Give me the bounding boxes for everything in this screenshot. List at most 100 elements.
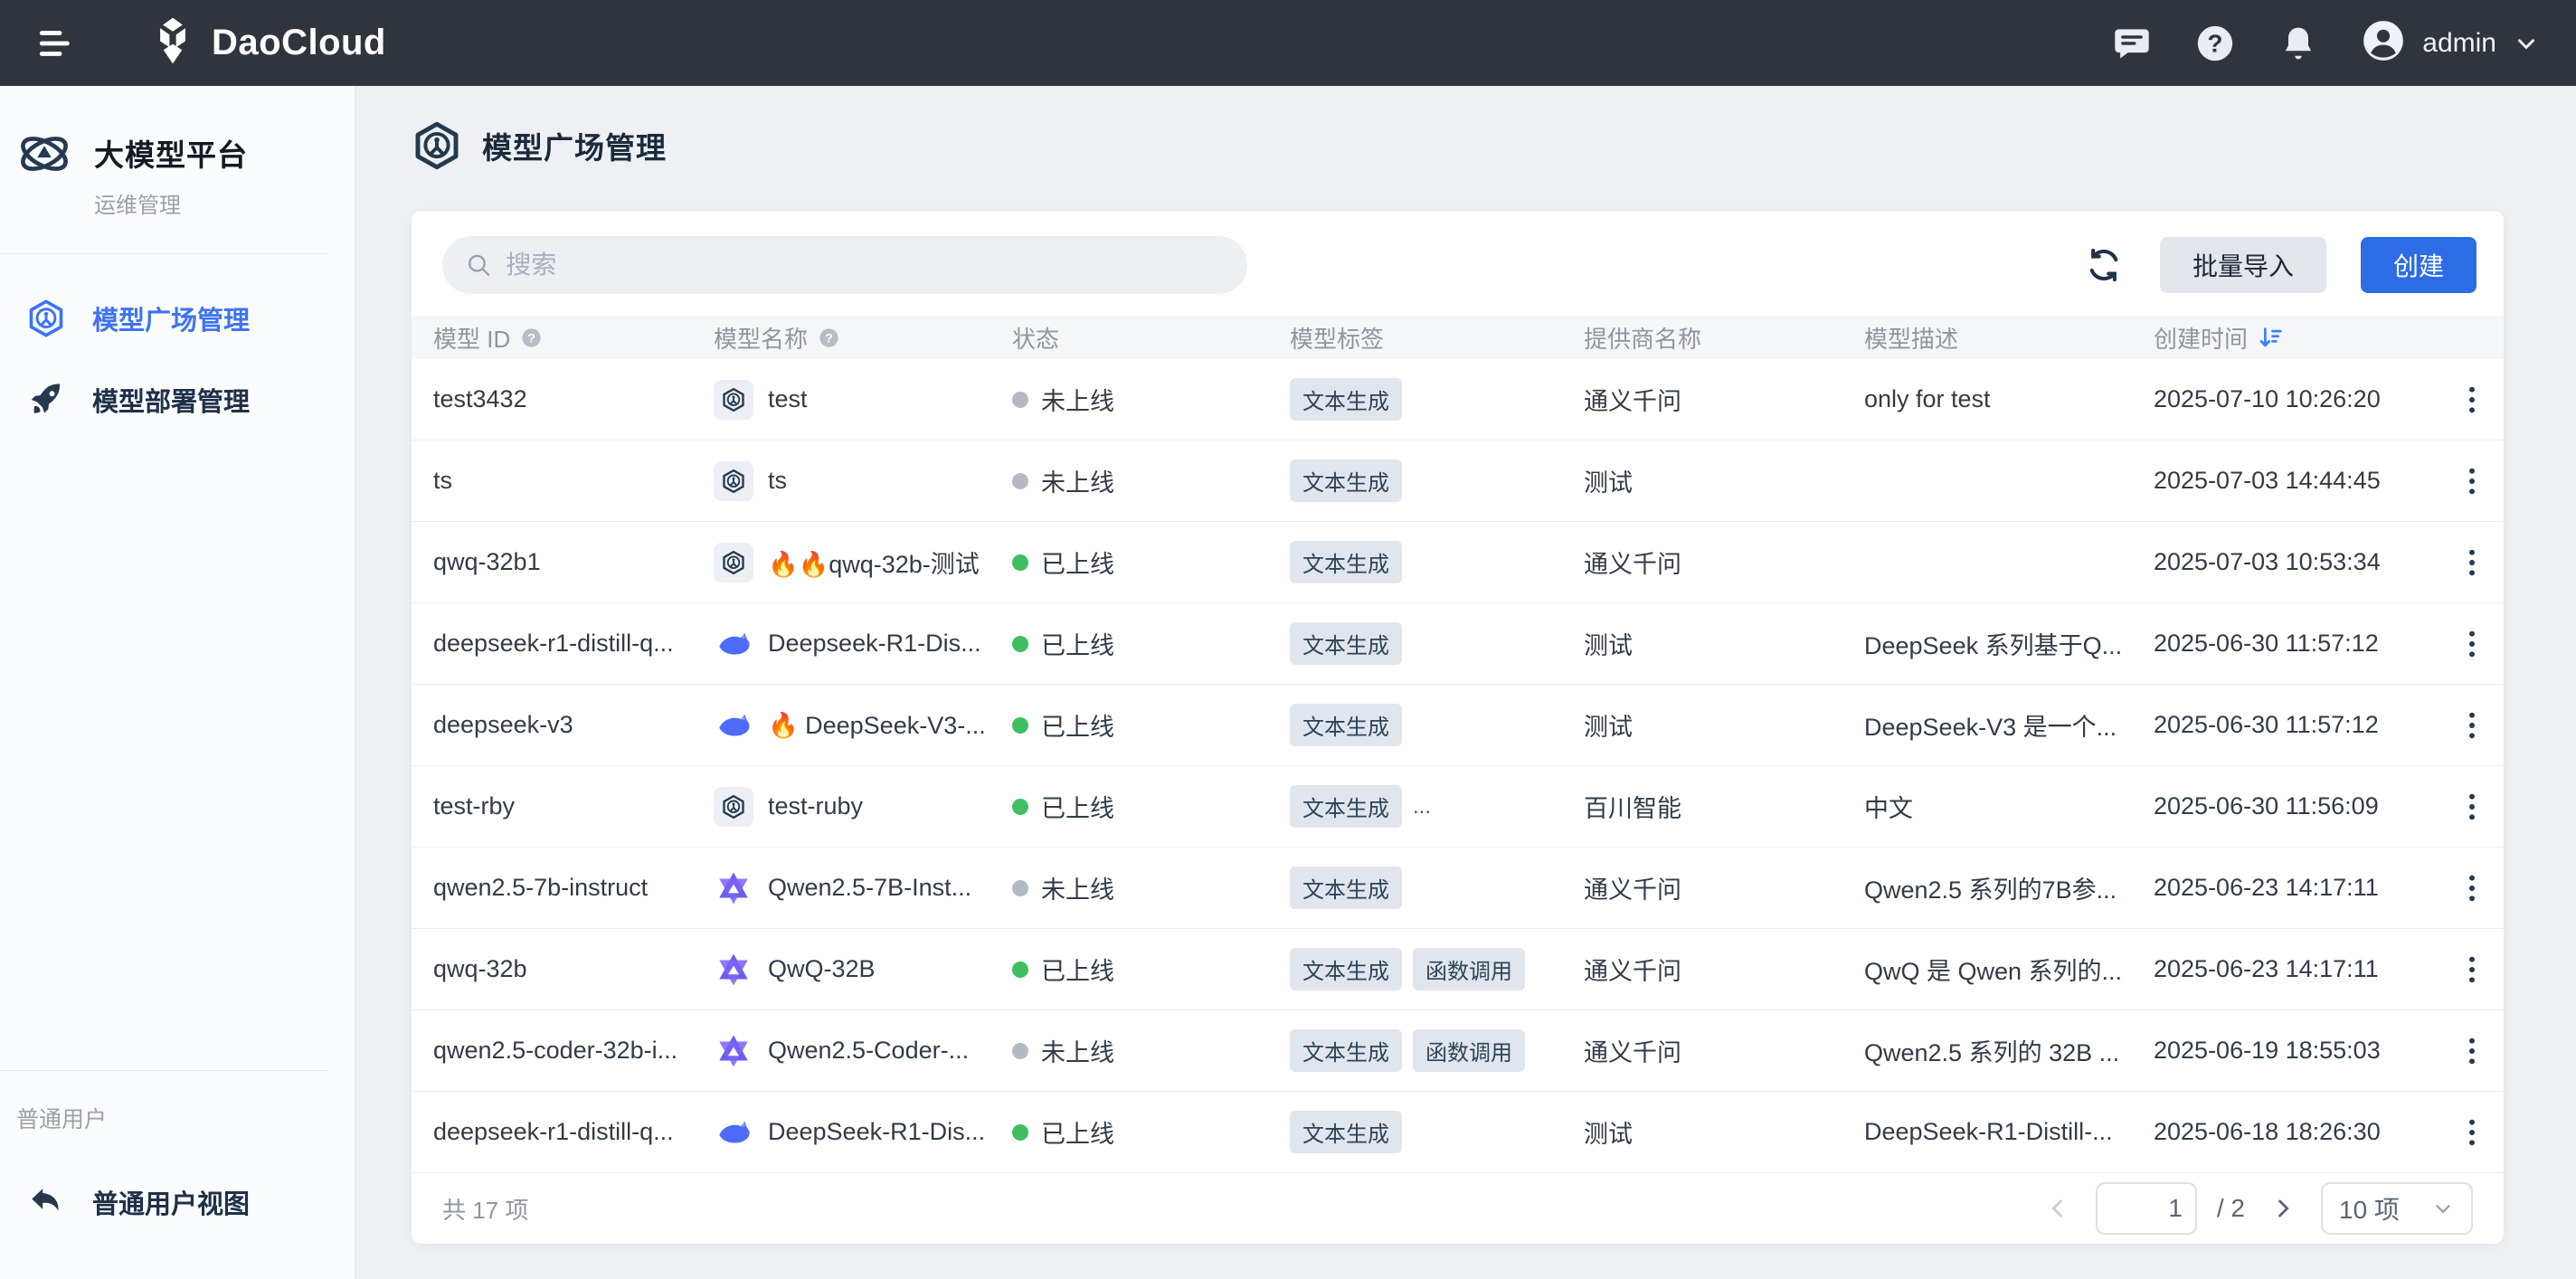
brand-name: DaoCloud [212,23,386,63]
model-id: deepseek-r1-distill-q... [433,1118,674,1146]
row-actions-kebab-icon[interactable] [2454,459,2490,503]
model-tag: 文本生成 [1290,867,1402,909]
model-name: Deepseek-R1-Dis... [768,630,981,658]
prev-page-icon[interactable] [2040,1190,2076,1227]
table-row: deepseek-v3 🔥 DeepSeek-V3-... 已上线 文本生成 测… [412,685,2504,766]
model-logo-icon [714,543,753,583]
row-actions-kebab-icon[interactable] [2454,867,2490,910]
tag-list: 文本生成 [1268,459,1562,502]
row-actions-kebab-icon[interactable] [2454,704,2490,747]
next-page-icon[interactable] [2265,1190,2301,1227]
status-label: 已上线 [1041,707,1114,743]
model-id: qwq-32b1 [433,548,541,576]
model-description: DeepSeek-R1-Distill-... [1864,1118,2113,1146]
sidebar-divider [0,253,327,254]
sidebar-item-label: 普通用户视图 [92,1183,250,1221]
tags-overflow: ... [1413,794,1431,820]
model-logo-icon [714,950,753,990]
model-id: qwq-32b [433,955,527,983]
model-logo-icon [714,706,753,745]
model-tag: 文本生成 [1290,1029,1402,1072]
model-description: only for test [1864,385,1991,413]
bulk-import-button[interactable]: 批量导入 [2160,237,2326,293]
user-menu-chevron-icon [2513,30,2540,57]
sidebar-item-normal-user-view[interactable]: 普通用户视图 [0,1161,355,1243]
sidebar-item-model-deploy[interactable]: 模型部署管理 [0,359,355,441]
model-tag: 文本生成 [1290,622,1402,665]
table-row: test3432 test 未上线 文本生成 通义千问 only for tes… [412,359,2504,441]
tag-list: 文本生成 [1268,541,1562,583]
status-dot [1012,636,1028,652]
model-description: QwQ 是 Qwen 系列的... [1864,952,2122,987]
row-actions-kebab-icon[interactable] [2454,785,2490,829]
col-header-created: 创建时间 [2154,321,2248,355]
status-dot [1012,799,1028,815]
page-size-value: 10 项 [2339,1190,2400,1227]
provider-name: 百川智能 [1584,789,1681,824]
top-bar: DaoCloud ? [0,0,2576,86]
status-dot [1012,1043,1028,1059]
model-list-card: 批量导入 创建 模型 ID ? 模型名称 ? 状态 [412,211,2504,1244]
svg-text:?: ? [825,330,833,345]
svg-text:?: ? [527,330,535,345]
search-input[interactable] [506,251,1224,279]
page-size-select[interactable]: 10 项 [2321,1182,2473,1235]
provider-name: 通义千问 [1584,545,1681,580]
refresh-icon[interactable] [2082,243,2126,287]
status-dot [1012,717,1028,734]
sort-descending-icon[interactable] [2257,324,2284,351]
row-actions-kebab-icon[interactable] [2454,378,2490,422]
sidebar-item-label: 模型广场管理 [92,299,250,337]
sidebar-item-model-square[interactable]: 模型广场管理 [0,278,355,359]
tag-list: 文本生成函数调用 [1268,1029,1562,1072]
status-label: 未上线 [1041,463,1114,498]
row-actions-kebab-icon[interactable] [2454,1029,2490,1073]
sidebar: 大模型平台 运维管理 模型广场管理 [0,86,355,1279]
created-time: 2025-06-30 11:57:12 [2154,711,2379,739]
row-actions-kebab-icon[interactable] [2454,948,2490,991]
row-actions-kebab-icon[interactable] [2454,1111,2490,1154]
col-header-model-id: 模型 ID [433,321,510,355]
created-time: 2025-07-10 10:26:20 [2154,385,2381,413]
page-input[interactable] [2096,1182,2197,1235]
model-square-hexagon-icon [25,298,67,339]
column-help-icon[interactable]: ? [519,326,544,350]
column-help-icon[interactable]: ? [817,326,841,350]
status-label: 未上线 [1041,382,1114,417]
created-time: 2025-07-03 10:53:34 [2154,548,2381,576]
model-name: QwQ-32B [768,955,876,983]
help-icon[interactable]: ? [2194,23,2236,64]
search-box [442,236,1247,294]
model-logo-icon [714,787,753,827]
hamburger-menu-icon[interactable] [36,18,87,69]
model-tag: 文本生成 [1290,541,1402,583]
create-button[interactable]: 创建 [2361,237,2477,293]
model-tag: 文本生成 [1290,948,1402,990]
table-row: qwen2.5-7b-instruct Qwen2.5-7B-Inst... 未… [412,848,2504,929]
created-time: 2025-06-30 11:57:12 [2154,630,2379,658]
tag-list: 文本生成... [1268,785,1562,828]
model-tag: 文本生成 [1290,704,1402,746]
model-description: DeepSeek 系列基于Q... [1864,626,2122,661]
user-menu[interactable]: admin [2361,18,2540,68]
model-id: qwen2.5-coder-32b-i... [433,1037,677,1065]
model-name: test-ruby [768,792,863,820]
table-row: deepseek-r1-distill-q... DeepSeek-R1-Dis… [412,1092,2504,1173]
notifications-bell-icon[interactable] [2278,23,2319,64]
daocloud-logo[interactable]: DaoCloud [147,14,386,71]
col-header-tags: 模型标签 [1290,321,1384,355]
page-total-label: / 2 [2217,1194,2245,1223]
col-header-model-name: 模型名称 [714,321,808,355]
row-actions-kebab-icon[interactable] [2454,622,2490,666]
created-time: 2025-06-23 14:17:11 [2154,955,2379,983]
row-actions-kebab-icon[interactable] [2454,541,2490,584]
model-tag: 函数调用 [1413,948,1525,990]
created-time: 2025-07-03 14:44:45 [2154,467,2381,495]
daocloud-logo-icon [147,14,199,71]
model-id: deepseek-r1-distill-q... [433,630,674,658]
provider-name: 通义千问 [1584,870,1681,905]
messages-icon[interactable] [2111,23,2153,64]
sidebar-item-label: 模型部署管理 [92,381,250,419]
total-count: 共 17 项 [442,1192,528,1226]
provider-name: 测试 [1584,626,1633,661]
